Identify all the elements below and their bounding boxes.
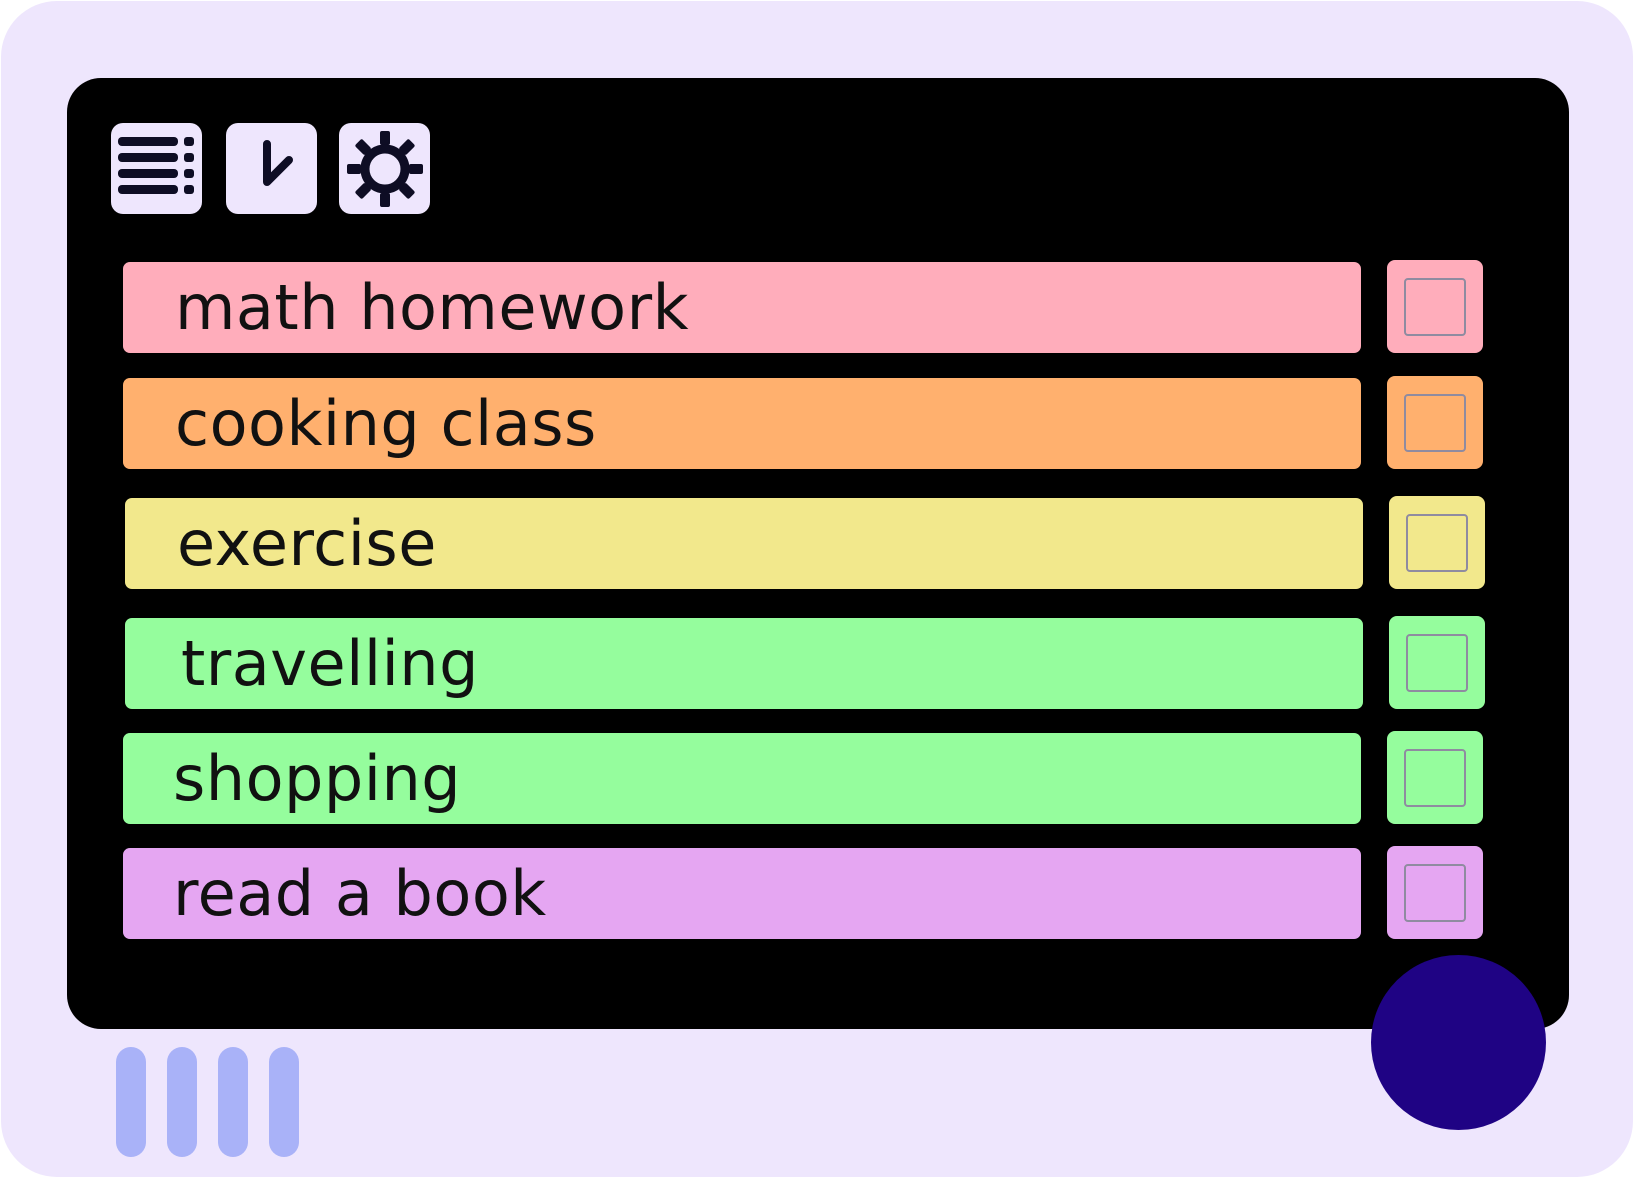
checkbox-box	[1404, 863, 1466, 922]
home-button[interactable]	[1371, 955, 1546, 1130]
todo-label[interactable]: cooking class	[123, 378, 1361, 469]
todo-checkbox[interactable]	[1387, 376, 1483, 469]
todo-checkbox[interactable]	[1389, 616, 1485, 709]
checkbox-box	[1404, 393, 1466, 452]
todo-label[interactable]: math homework	[123, 262, 1361, 353]
checkbox-box	[1404, 748, 1466, 807]
device-frame: math homework cooking class exercise tra…	[1, 1, 1633, 1177]
settings-button[interactable]	[339, 123, 430, 214]
todo-label[interactable]: shopping	[123, 733, 1361, 824]
clock-icon	[262, 139, 293, 186]
speaker-slot	[116, 1047, 146, 1157]
speaker-slot	[269, 1047, 299, 1157]
list-view-button[interactable]	[111, 123, 202, 214]
todo-checkbox[interactable]	[1387, 260, 1483, 353]
checkbox-box	[1406, 633, 1468, 692]
checkbox-box	[1406, 513, 1468, 572]
todo-label[interactable]: read a book	[123, 848, 1361, 939]
todo-label[interactable]: travelling	[125, 618, 1363, 709]
gear-icon	[346, 130, 423, 207]
speaker-slot	[167, 1047, 197, 1157]
clock-button[interactable]	[226, 123, 317, 214]
app-screen: math homework cooking class exercise tra…	[67, 78, 1569, 1029]
todo-checkbox[interactable]	[1387, 731, 1483, 824]
checkbox-box	[1404, 277, 1466, 336]
speaker-slot	[218, 1047, 248, 1157]
list-icon	[117, 136, 194, 194]
todo-label[interactable]: exercise	[125, 498, 1363, 589]
todo-checkbox[interactable]	[1387, 846, 1483, 939]
todo-checkbox[interactable]	[1389, 496, 1485, 589]
